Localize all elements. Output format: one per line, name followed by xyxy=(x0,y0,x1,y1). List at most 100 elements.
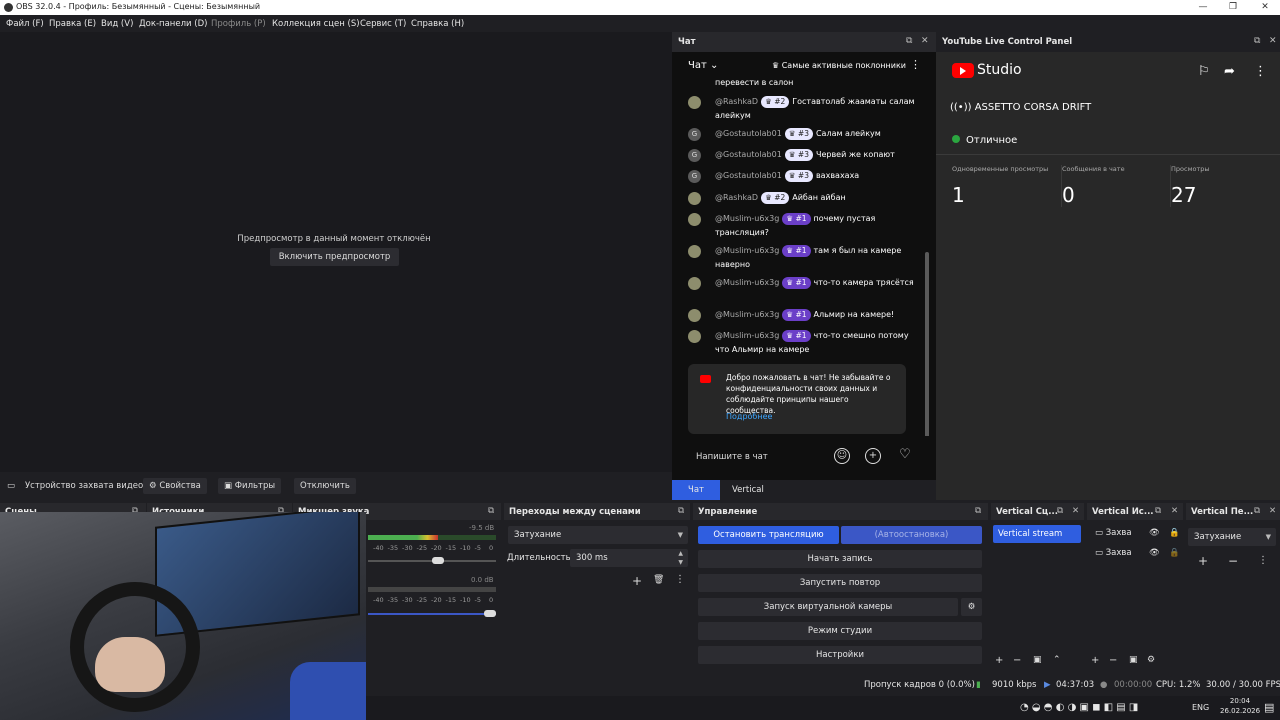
vertical-source-row[interactable]: ▭ Захва 👁 🔒 xyxy=(1095,548,1181,558)
enable-preview-button[interactable]: Включить предпросмотр xyxy=(270,248,399,266)
add-icon[interactable]: + xyxy=(995,655,1003,666)
close-icon[interactable]: ✕ xyxy=(1171,506,1178,516)
chat-author[interactable]: @Muslim-u6x3g xyxy=(715,214,779,223)
vertical-transition-select[interactable]: Затухание ▼ xyxy=(1188,528,1276,546)
chat-author[interactable]: @Muslim-u6x3g xyxy=(715,246,779,255)
minimize-button[interactable]: — xyxy=(1188,0,1218,15)
close-icon[interactable]: ✕ xyxy=(1269,506,1276,516)
add-icon[interactable]: + xyxy=(1091,655,1099,666)
remove-icon[interactable]: − xyxy=(1109,655,1117,666)
float-icon[interactable]: ⧉ xyxy=(1254,36,1260,46)
auto-stop-button[interactable]: (Автоостановка) xyxy=(841,526,982,544)
chat-author[interactable]: @RashkaD xyxy=(715,97,758,106)
top-fans-button[interactable]: ♛ Самые активные поклонники xyxy=(772,61,906,70)
chat-author[interactable]: @Muslim-u6x3g xyxy=(715,310,779,319)
menu-help[interactable]: Справка (H) xyxy=(411,19,464,29)
chat-author[interactable]: @Muslim-u6x3g xyxy=(715,331,779,340)
settings-button[interactable]: Настройки xyxy=(698,646,982,664)
trash-icon[interactable]: 🗑 xyxy=(653,575,664,585)
avatar[interactable]: G xyxy=(688,128,701,141)
learn-more-link[interactable]: Подробнее xyxy=(726,412,772,421)
eye-icon[interactable]: 👁 xyxy=(1149,528,1160,538)
share-icon[interactable]: ➦ xyxy=(1224,64,1235,79)
studio-mode-button[interactable]: Режим студии xyxy=(698,622,982,640)
float-icon[interactable]: ⧉ xyxy=(975,506,981,516)
filter-icon[interactable]: ▣ xyxy=(1033,655,1042,665)
transition-select[interactable]: Затухание ▼ xyxy=(508,526,688,544)
input-language[interactable]: ENG xyxy=(1192,703,1209,712)
more-vert-icon[interactable]: ⋮ xyxy=(1254,64,1267,79)
remove-icon[interactable]: − xyxy=(1228,554,1238,568)
tab-chat[interactable]: Чат xyxy=(672,480,720,500)
start-replay-button[interactable]: Запустить повтор xyxy=(698,574,982,592)
more-vert-icon[interactable]: ⋮ xyxy=(675,574,685,585)
lock-icon[interactable]: 🔒 xyxy=(1169,528,1180,538)
volume-slider-handle-2[interactable] xyxy=(484,610,496,617)
filter-icon[interactable]: ▣ xyxy=(1129,655,1138,665)
start-recording-button[interactable]: Начать запись xyxy=(698,550,982,568)
avatar[interactable]: G xyxy=(688,149,701,162)
stop-streaming-button[interactable]: Остановить трансляцию xyxy=(698,526,839,544)
volume-slider-handle-1[interactable] xyxy=(431,557,444,564)
properties-button[interactable]: ⚙ Свойства xyxy=(143,478,207,494)
chat-scrollbar[interactable] xyxy=(925,252,929,448)
gear-icon[interactable]: ⚙ xyxy=(1147,655,1155,665)
bookmark-icon[interactable]: ⚐ xyxy=(1198,64,1210,79)
add-icon[interactable]: + xyxy=(865,448,881,464)
avatar[interactable]: G xyxy=(688,170,701,183)
volume-slider-2[interactable] xyxy=(368,613,496,615)
filters-button[interactable]: ▣ Фильтры xyxy=(218,478,282,494)
chat-input[interactable]: Напишите в чат xyxy=(696,452,768,462)
vertical-scene-item[interactable]: Vertical stream xyxy=(993,525,1081,543)
chat-author[interactable]: @Gostautolab01 xyxy=(715,150,782,159)
float-icon[interactable]: ⧉ xyxy=(1254,506,1260,516)
spin-arrows-icon[interactable]: ▲ ▼ xyxy=(678,549,683,567)
avatar[interactable] xyxy=(688,213,701,226)
avatar[interactable] xyxy=(688,192,701,205)
float-icon[interactable]: ⧉ xyxy=(906,36,912,46)
eye-icon[interactable]: 👁 xyxy=(1149,548,1160,558)
duration-spinbox[interactable]: 300 ms ▲ ▼ xyxy=(570,549,688,567)
menu-profile[interactable]: Профиль (P) xyxy=(211,19,266,29)
menu-docks[interactable]: Док-панели (D) xyxy=(139,19,207,29)
close-icon[interactable]: ✕ xyxy=(921,36,929,46)
virtual-camera-settings-button[interactable]: ⚙ xyxy=(961,598,982,616)
vertical-source-row[interactable]: ▭ Захва 👁 🔒 xyxy=(1095,528,1181,538)
avatar[interactable] xyxy=(688,309,701,322)
float-icon[interactable]: ⧉ xyxy=(1057,506,1063,516)
heart-icon[interactable]: ♡ xyxy=(897,448,913,464)
start-virtual-camera-button[interactable]: Запуск виртуальной камеры xyxy=(698,598,958,616)
more-vert-icon[interactable]: ⋮ xyxy=(1258,555,1268,566)
close-icon[interactable]: ✕ xyxy=(1072,506,1079,516)
tab-vertical[interactable]: Vertical xyxy=(722,480,774,500)
float-icon[interactable]: ⧉ xyxy=(488,506,494,516)
menu-edit[interactable]: Правка (E) xyxy=(49,19,96,29)
menu-tools[interactable]: Сервис (T) xyxy=(360,19,406,29)
chat-mode-selector[interactable]: Чат ⌄ xyxy=(688,60,718,71)
avatar[interactable] xyxy=(688,245,701,258)
chat-author[interactable]: @Muslim-u6x3g xyxy=(715,278,779,287)
menu-scene-collection[interactable]: Коллекция сцен (S) xyxy=(272,19,360,29)
menu-view[interactable]: Вид (V) xyxy=(101,19,133,29)
float-icon[interactable]: ⧉ xyxy=(1155,506,1161,516)
deactivate-button[interactable]: Отключить xyxy=(294,478,356,494)
close-button[interactable]: ✕ xyxy=(1250,0,1280,15)
remove-icon[interactable]: − xyxy=(1013,655,1021,666)
avatar[interactable] xyxy=(688,96,701,109)
chat-author[interactable]: @Gostautolab01 xyxy=(715,129,782,138)
notification-icon[interactable]: ▤ xyxy=(1264,701,1274,714)
avatar[interactable] xyxy=(688,277,701,290)
chat-author[interactable]: @Gostautolab01 xyxy=(715,171,782,180)
tray-icons[interactable]: ◔ ◒ ◓ ◐ ◑ ▣ ◼ ◧ ▤ ◨ xyxy=(1020,702,1138,713)
chat-author[interactable]: @RashkaD xyxy=(715,193,758,202)
lock-icon[interactable]: 🔒 xyxy=(1169,548,1180,558)
maximize-button[interactable]: ❐ xyxy=(1218,0,1248,15)
add-icon[interactable]: + xyxy=(1198,554,1208,568)
close-icon[interactable]: ✕ xyxy=(1269,36,1277,46)
more-vert-icon[interactable]: ⋮ xyxy=(910,58,921,71)
add-icon[interactable]: + xyxy=(632,574,642,588)
menu-file[interactable]: Файл (F) xyxy=(6,19,44,29)
float-icon[interactable]: ⧉ xyxy=(678,506,684,516)
chevron-up-icon[interactable]: ⌃ xyxy=(1053,655,1061,665)
avatar[interactable] xyxy=(688,330,701,343)
